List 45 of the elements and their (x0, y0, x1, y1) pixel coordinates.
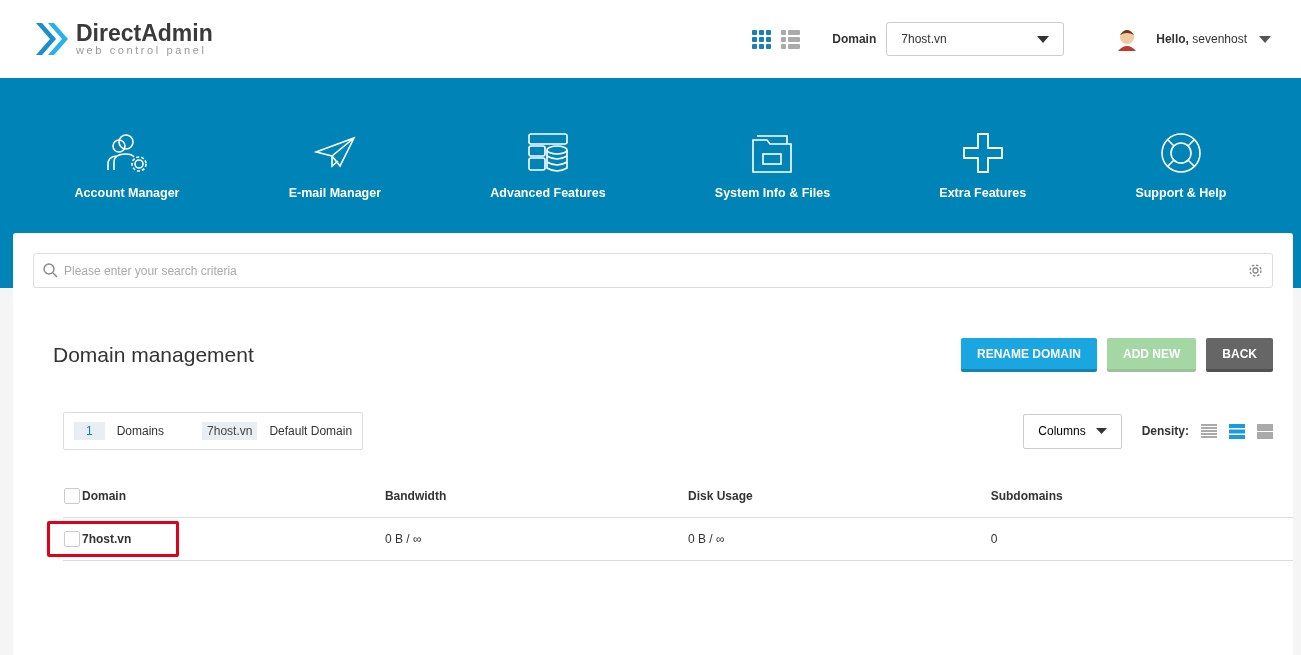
summary-value: 7host.vn (202, 422, 258, 440)
row-checkbox[interactable] (64, 531, 80, 547)
domain-link[interactable]: 7host.vn (81, 517, 384, 561)
back-button[interactable]: BACK (1206, 338, 1273, 372)
nav-item[interactable]: Support & Help (1129, 132, 1233, 200)
column-header[interactable]: Subdomains (989, 475, 1293, 518)
compact-density-icon[interactable] (1201, 423, 1217, 439)
page-title: Domain management (53, 343, 254, 367)
select-all-checkbox[interactable] (64, 488, 80, 504)
summary-value: 1 (74, 422, 105, 440)
logo-name: DirectAdmin (76, 22, 213, 45)
nav-item[interactable]: E-mail Manager (282, 132, 388, 200)
caret-icon[interactable] (1259, 35, 1271, 43)
column-header[interactable]: Domain (81, 475, 384, 518)
settings-icon[interactable] (1248, 263, 1263, 278)
logo-tagline: web control panel (76, 45, 208, 56)
nav-item[interactable]: Extra Features (933, 132, 1033, 200)
lifebuoy-icon (1159, 132, 1202, 174)
column-header[interactable]: Disk Usage (687, 475, 990, 518)
folder-icon (751, 132, 794, 174)
summary-label: Domains (116, 424, 165, 438)
summary-label: Default Domain (269, 424, 353, 438)
columns-button[interactable]: Columns (1023, 413, 1122, 449)
search-field[interactable]: Please enter your search criteria (33, 253, 1273, 288)
domain-label: Domain (832, 32, 877, 46)
search-icon (43, 263, 58, 278)
caret-icon (1095, 428, 1107, 434)
users-gear-icon (106, 132, 149, 174)
nav-item[interactable]: Advanced Features (484, 132, 612, 200)
table-cell: 0 B / ∞ (383, 517, 687, 561)
plus-icon (961, 132, 1004, 174)
density-label: Density: (1141, 424, 1189, 438)
large-density-icon[interactable] (1257, 423, 1273, 439)
user-greeting[interactable]: Hello, sevenhost (1156, 32, 1247, 46)
caret-icon (1037, 35, 1050, 43)
table-cell: 0 B / ∞ (687, 517, 990, 561)
list-view-icon[interactable] (781, 29, 801, 49)
domain-select[interactable]: 7host.vn (886, 22, 1065, 56)
nav-item[interactable]: System Info & Files (708, 132, 837, 200)
column-header[interactable]: Bandwidth (383, 475, 687, 518)
normal-density-icon[interactable] (1229, 423, 1245, 439)
grid-view-icon[interactable] (752, 29, 772, 49)
nav-item[interactable]: Account Manager (68, 132, 186, 200)
server-database-icon (526, 132, 569, 174)
table-cell: 0 (989, 517, 1293, 561)
